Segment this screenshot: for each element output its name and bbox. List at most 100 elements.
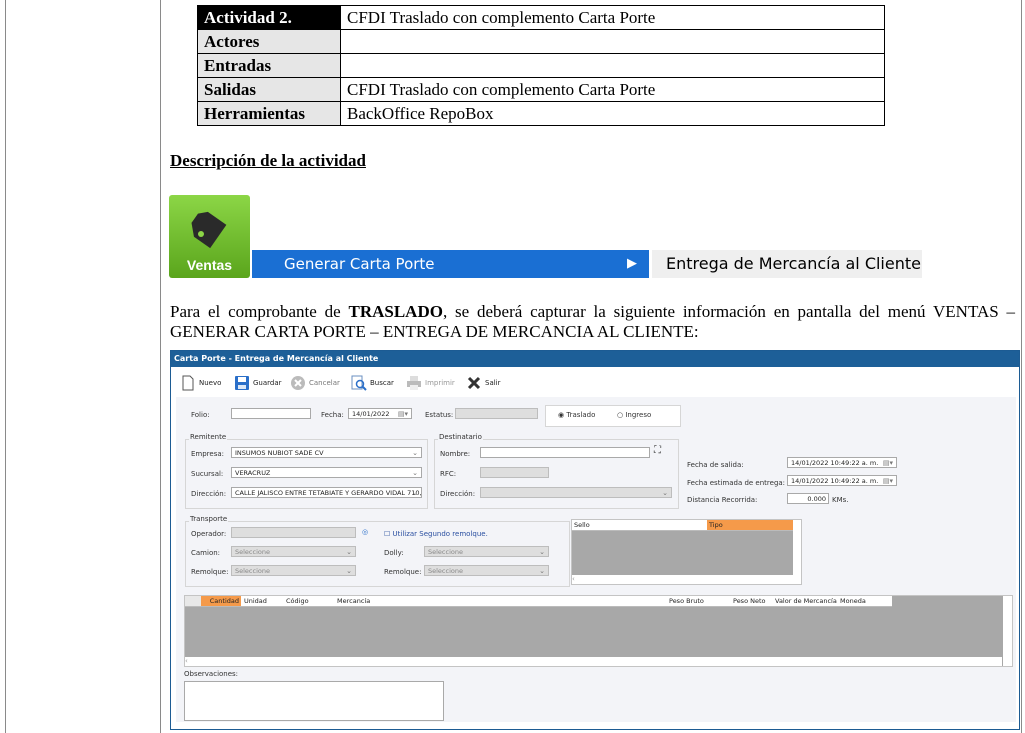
direccion-select[interactable]: CALLE JALISCO ENTRE TETABIATE Y GERARDO … xyxy=(231,487,422,498)
empresa-value: INSUMOS NUBIOT SADE CV xyxy=(235,449,324,457)
mercancias-grid[interactable]: Cantidad Unidad Código Mercancía Peso Br… xyxy=(184,595,1013,667)
segundo-remolque-label: Utilizar Segundo remolque. xyxy=(392,530,488,538)
segundo-remolque-checkbox[interactable]: ☐ Utilizar Segundo remolque. xyxy=(384,530,488,538)
fecha-entrega-label: Fecha estimada de entrega: xyxy=(687,479,786,487)
mercancia-col: Mercancía xyxy=(337,597,371,605)
herramientas-value: BackOffice RepoBox xyxy=(340,101,885,126)
fecha-salida-field[interactable]: 14/01/2022 10:49:22 a. m. ▤▾ xyxy=(787,457,897,468)
price-tag-icon xyxy=(191,211,227,249)
column-rule xyxy=(160,0,161,733)
salidas-key: Salidas xyxy=(197,77,341,102)
tipo-col: Tipo xyxy=(707,520,793,530)
calendar-dropdown-icon: ▤▾ xyxy=(882,477,893,485)
remolque2-select: Seleccione ⌄ xyxy=(424,565,549,576)
distancia-field[interactable]: 0.000 xyxy=(787,493,829,504)
chevron-down-icon: ⌄ xyxy=(412,469,418,477)
horizontal-scrollbar[interactable]: ‹ xyxy=(572,575,793,584)
observaciones-label: Observaciones: xyxy=(184,670,239,678)
submenu-entrega-mercancia[interactable]: Entrega de Mercancía al Cliente xyxy=(652,250,922,278)
table-row: Actividad 2. CFDI Traslado con complement… xyxy=(197,5,885,30)
sellos-grid[interactable]: Sello Tipo ‹ xyxy=(571,519,802,585)
fecha-salida-label: Fecha de salida: xyxy=(687,461,744,469)
imprimir-button[interactable]: Imprimir xyxy=(406,373,455,393)
cantidad-col: Cantidad xyxy=(201,596,241,606)
observaciones-textarea[interactable] xyxy=(184,681,444,721)
para-bold: TRASLADO xyxy=(348,302,443,321)
chevron-down-icon: ⌄ xyxy=(662,489,668,497)
para-text-1: Para el comprobante de xyxy=(170,302,349,321)
fecha-label: Fecha: xyxy=(321,411,344,419)
remolque-value: Seleccione xyxy=(235,567,270,575)
vertical-scrollbar[interactable] xyxy=(793,520,801,584)
peso-neto-col: Peso Neto xyxy=(733,597,766,605)
chevron-down-icon: ⌄ xyxy=(412,489,418,497)
printer-icon xyxy=(407,376,421,390)
fecha-salida-value: 14/01/2022 10:49:22 a. m. xyxy=(791,459,879,467)
camion-value: Seleccione xyxy=(235,548,270,556)
cancelar-label: Cancelar xyxy=(309,379,340,387)
salidas-value: CFDI Traslado con complemento Carta Port… xyxy=(340,77,885,102)
remolque-select: Seleccione ⌄ xyxy=(231,565,356,576)
distancia-value: 0.000 xyxy=(807,495,826,503)
buscar-label: Buscar xyxy=(370,379,394,387)
dest-direccion-select: ⌄ xyxy=(480,487,672,498)
direccion-label: Dirección: xyxy=(191,490,227,498)
ingreso-radio[interactable]: ○ Ingreso xyxy=(617,411,651,419)
remolque2-label: Remolque: xyxy=(384,568,422,576)
nombre-field[interactable] xyxy=(480,447,650,458)
operador-label: Operador: xyxy=(191,530,227,538)
empresa-label: Empresa: xyxy=(191,450,225,458)
section-heading: Descripción de la actividad xyxy=(170,151,366,170)
vertical-scrollbar[interactable] xyxy=(1003,596,1012,666)
chevron-down-icon: ⌄ xyxy=(346,548,352,556)
dolly-select: Seleccione ⌄ xyxy=(424,546,549,557)
menu-generar-carta-porte[interactable]: Generar Carta Porte ▶ xyxy=(252,250,649,278)
row-selector-header xyxy=(185,596,201,606)
nuevo-button[interactable]: Nuevo xyxy=(180,373,221,393)
ingreso-label: Ingreso xyxy=(625,411,652,419)
save-icon xyxy=(235,376,249,390)
codigo-col: Código xyxy=(286,597,309,605)
folio-label: Folio: xyxy=(191,411,210,419)
sucursal-select[interactable]: VERACRUZ ⌄ xyxy=(231,467,422,478)
ventas-tile[interactable]: Ventas xyxy=(169,195,250,278)
search-icon xyxy=(351,375,367,391)
rfc-label: RFC: xyxy=(440,470,457,478)
fecha-entrega-field[interactable]: 14/01/2022 10:49:22 a. m. ▤▾ xyxy=(787,475,897,486)
sello-col: Sello xyxy=(574,521,590,529)
buscar-button[interactable]: Buscar xyxy=(351,373,394,393)
sellos-grid-header: Sello Tipo xyxy=(572,520,793,531)
actores-value xyxy=(340,29,885,54)
transporte-title: Transporte xyxy=(189,515,229,523)
peso-bruto-col: Peso Bruto xyxy=(669,597,704,605)
entradas-value xyxy=(340,53,885,78)
actores-key: Actores xyxy=(197,29,341,54)
salir-button[interactable]: Salir xyxy=(466,373,501,393)
activity-key: Actividad 2. xyxy=(197,5,341,30)
mercancias-grid-header: Cantidad Unidad Código Mercancía Peso Br… xyxy=(185,596,892,607)
remitente-title: Remitente xyxy=(189,433,228,441)
destinatario-title: Destinatario xyxy=(438,433,483,441)
fecha-field[interactable]: 14/01/2022 ▤▾ xyxy=(348,408,412,419)
herramientas-key: Herramientas xyxy=(197,101,341,126)
table-row: Herramientas BackOffice RepoBox xyxy=(197,101,885,126)
sucursal-value: VERACRUZ xyxy=(235,469,271,477)
activity-table: Actividad 2. CFDI Traslado con complement… xyxy=(197,5,885,126)
cancelar-button[interactable]: Cancelar xyxy=(290,373,340,393)
traslado-radio[interactable]: ◉ Traslado xyxy=(558,411,595,419)
folio-field[interactable] xyxy=(231,408,311,419)
salir-label: Salir xyxy=(485,379,501,387)
camion-label: Camion: xyxy=(191,549,221,557)
valor-mercancia-col: Valor de Mercancía xyxy=(775,597,837,605)
distancia-unit: KMs. xyxy=(832,496,849,504)
horizontal-scrollbar[interactable]: ‹ xyxy=(185,657,1002,666)
binoculars-icon[interactable]: ⛶ xyxy=(654,445,661,456)
guardar-button[interactable]: Guardar xyxy=(234,373,282,393)
dolly-value: Seleccione xyxy=(428,548,463,556)
unidad-col: Unidad xyxy=(244,597,267,605)
chevron-down-icon: ⌄ xyxy=(539,567,545,575)
empresa-select[interactable]: INSUMOS NUBIOT SADE CV ⌄ xyxy=(231,447,422,458)
imprimir-label: Imprimir xyxy=(425,379,455,387)
traslado-label: Traslado xyxy=(566,411,596,419)
target-icon[interactable]: ◎ xyxy=(362,528,368,536)
